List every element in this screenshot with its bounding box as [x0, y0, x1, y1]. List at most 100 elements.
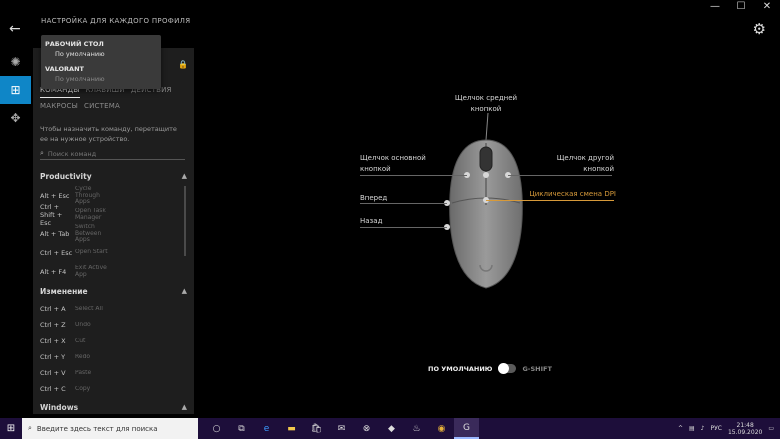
taskbar-search-input[interactable]: ⌕ Введите здесь текст для поиска [22, 418, 198, 439]
network-icon[interactable]: ▤ [689, 425, 695, 432]
chevron-up-icon: ▲ [181, 172, 187, 180]
mouse-diagram: Щелчок средней кнопкой Щелчок основной к… [340, 85, 640, 325]
dropdown-item[interactable]: По умолчанию [41, 75, 161, 83]
toggle-label-default: ПО УМОЛЧАНИЮ [428, 364, 493, 373]
tab-macros[interactable]: МАКРОСЫ [40, 102, 78, 114]
panel-scrollbar[interactable] [184, 186, 186, 256]
command-row[interactable]: Ctrl + V Paste [33, 365, 194, 381]
cortana-icon[interactable]: ○ [204, 418, 229, 439]
command-action: Cut [75, 337, 86, 344]
language-indicator[interactable]: РУС [711, 425, 722, 432]
chevron-up-icon: ▲ [181, 403, 187, 411]
command-action: Undo [75, 321, 91, 328]
gshift-toggle-group: ПО УМОЛЧАНИЮ G-SHIFT [428, 363, 552, 374]
gshift-toggle[interactable] [498, 363, 517, 374]
command-key: Ctrl + Y [40, 353, 66, 361]
page-title: НАСТРОЙКА ДЛЯ КАЖДОГО ПРОФИЛЯ [41, 17, 191, 25]
app-icon[interactable]: ◆ [379, 418, 404, 439]
command-action: Select All [75, 305, 103, 312]
command-key: Ctrl + Shift + Esc [40, 202, 63, 227]
volume-icon[interactable]: ♪ [701, 425, 705, 432]
notifications-icon[interactable]: ▭ [768, 425, 774, 432]
dropdown-group-title: РАБОЧИЙ СТОЛ [45, 40, 104, 48]
command-key: Alt + F4 [40, 267, 67, 276]
minimize-icon[interactable]: — [702, 0, 728, 16]
windows-start-icon[interactable]: ⊞ [0, 418, 22, 439]
edge-icon[interactable]: e [254, 418, 279, 439]
dpi-icon[interactable]: ✥ [0, 104, 31, 132]
maximize-icon[interactable]: ☐ [728, 0, 754, 16]
command-row[interactable]: Ctrl + Y Redo [33, 349, 194, 365]
callout-primary-click[interactable]: Щелчок основной кнопкой [360, 153, 430, 175]
command-action: Redo [75, 353, 91, 360]
taskbar: ⊞ ⌕ Введите здесь текст для поиска ○ ⧉ e… [0, 418, 780, 439]
section-header[interactable]: Productivity ▲ [33, 166, 194, 186]
callout-back[interactable]: Назад [360, 216, 420, 227]
callout-line [486, 200, 614, 201]
assignments-panel: 🔒 КОМАНДЫ КЛАВИШИ ДЕЙСТВИЯ МАКРОСЫ СИСТЕ… [33, 48, 194, 414]
steam-icon[interactable]: ♨ [404, 418, 429, 439]
command-row[interactable]: Alt + F4 Exit Active App [33, 262, 194, 281]
assign-hint: Чтобы назначить команду, перетащите ее н… [40, 125, 177, 143]
callout-middle-click[interactable]: Щелчок средней кнопкой [450, 93, 522, 115]
xbox-icon[interactable]: ⊗ [354, 418, 379, 439]
command-key: Ctrl + C [40, 385, 66, 393]
section-title: Изменение [40, 286, 88, 296]
chrome-icon[interactable]: ◉ [429, 418, 454, 439]
hotspot[interactable] [483, 172, 489, 178]
command-row[interactable]: Ctrl + X Cut [33, 333, 194, 349]
command-action: Open Start [75, 249, 108, 256]
command-row[interactable]: Ctrl + Esc Open Start [33, 243, 194, 262]
dropdown-group-title: VALORANT [45, 65, 84, 73]
command-key: Ctrl + A [40, 305, 66, 313]
window-controls: — ☐ ✕ [702, 0, 780, 16]
command-search-input[interactable]: ⌕ Поиск команд [40, 148, 185, 160]
search-icon: ⌕ [28, 424, 32, 432]
dropdown-item[interactable]: По умолчанию [41, 50, 161, 58]
command-action: Copy [75, 385, 91, 392]
command-action: Exit Active App [75, 265, 107, 278]
command-key: Alt + Esc [40, 191, 70, 200]
section-header[interactable]: Изменение ▲ [33, 281, 194, 301]
tab-system[interactable]: СИСТЕМА [84, 102, 120, 114]
file-explorer-icon[interactable]: ▬ [279, 418, 304, 439]
search-placeholder: Поиск команд [47, 149, 97, 158]
system-tray: ^ ▤ ♪ РУС 21:48 15.09.2020 ▭ [678, 418, 780, 439]
clock[interactable]: 21:48 15.09.2020 [728, 422, 762, 436]
callout-line [508, 175, 612, 176]
clock-time: 21:48 [736, 421, 754, 429]
logitech-ghub-icon[interactable]: G [454, 418, 479, 439]
command-key: Ctrl + Esc [40, 248, 73, 257]
command-row[interactable]: Ctrl + A Select All [33, 301, 194, 317]
command-row[interactable]: Ctrl + C Copy [33, 381, 194, 397]
assignments-icon[interactable]: ⊞ [0, 76, 31, 104]
mouse-image [444, 112, 523, 289]
command-key: Ctrl + X [40, 337, 66, 345]
store-icon[interactable]: 🛍 [304, 418, 329, 439]
gear-icon[interactable]: ⚙ [753, 20, 766, 38]
close-icon[interactable]: ✕ [754, 0, 780, 16]
section-title: Windows [40, 402, 79, 412]
taskbar-search-placeholder: Введите здесь текст для поиска [36, 424, 158, 433]
task-view-icon[interactable]: ⧉ [229, 418, 254, 439]
back-arrow-icon[interactable]: ← [9, 21, 21, 37]
chevron-up-icon: ▲ [181, 287, 187, 295]
tray-overflow-icon[interactable]: ^ [678, 425, 683, 432]
callout-secondary-click[interactable]: Щелчок другой кнопкой [554, 153, 614, 175]
lock-icon[interactable]: 🔒 [178, 60, 188, 69]
command-list: Productivity ▲ Alt + Esc Cycle Through Ap… [33, 166, 194, 414]
section-header[interactable]: Windows ▲ [33, 397, 194, 414]
command-action: Switch Between Apps [75, 224, 102, 243]
callout-dpi-cycle[interactable]: Циклическая смена DPI [526, 189, 616, 200]
command-row[interactable]: Ctrl + Z Undo [33, 317, 194, 333]
clock-date: 15.09.2020 [727, 428, 763, 436]
lighting-icon[interactable]: ✺ [0, 48, 31, 76]
left-rail: ✺ ⊞ ✥ [0, 48, 31, 132]
command-key: Ctrl + V [40, 369, 66, 377]
section-title: Productivity [40, 171, 92, 181]
callout-line [360, 175, 467, 176]
command-key: Alt + Tab [40, 229, 70, 238]
command-row[interactable]: Alt + Tab Switch Between Apps [33, 224, 194, 243]
mail-icon[interactable]: ✉ [329, 418, 354, 439]
command-row[interactable]: Ctrl + Shift + Esc Open Task Manager [33, 202, 194, 227]
